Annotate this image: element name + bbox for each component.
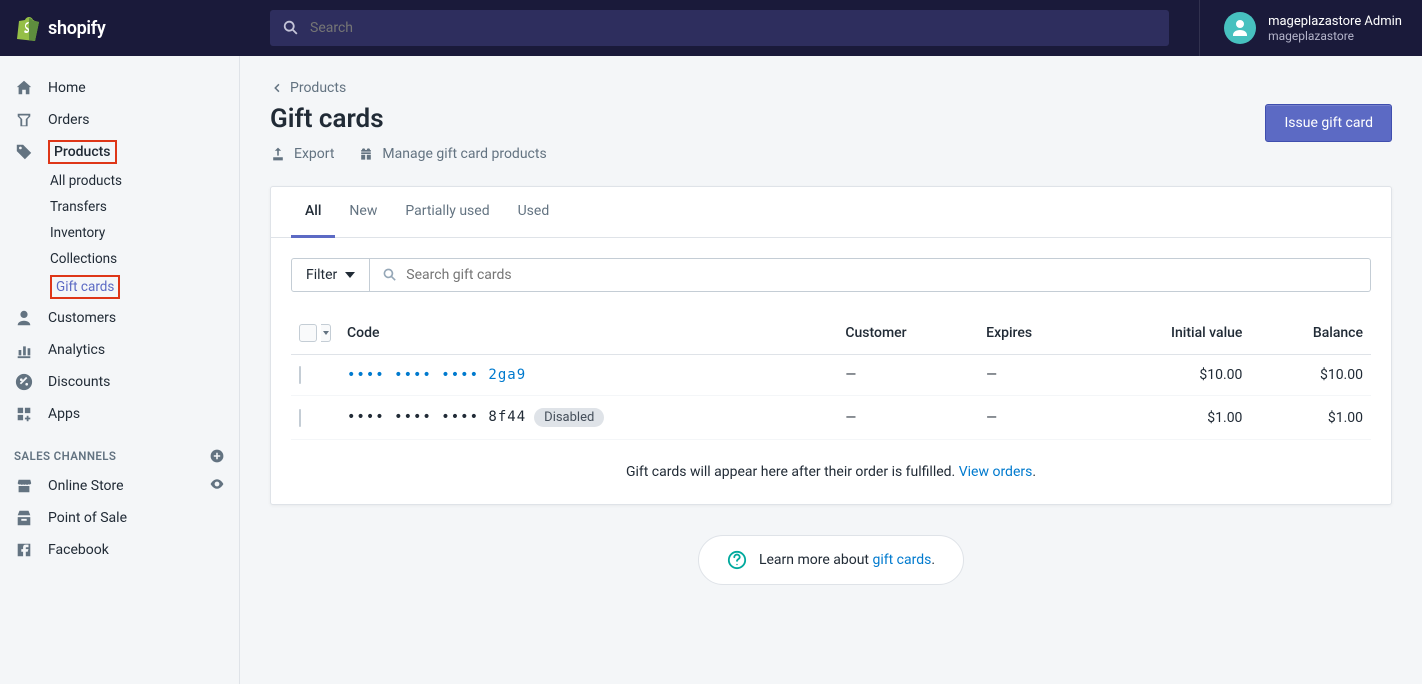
col-code: Code (339, 312, 837, 355)
gift-card-code[interactable]: •••• •••• •••• 8f44 (347, 409, 526, 425)
tab-all[interactable]: All (291, 187, 335, 238)
main-content: Products Gift cards Export Manage gift c… (240, 56, 1422, 684)
home-icon (14, 78, 34, 98)
filter-button[interactable]: Filter (291, 258, 370, 292)
col-balance: Balance (1250, 312, 1371, 355)
nav-sub-gift-cards[interactable]: Gift cards (0, 272, 239, 302)
issue-gift-card-button[interactable]: Issue gift card (1265, 104, 1392, 142)
shopify-logo[interactable]: shopify (0, 15, 240, 41)
nav-sub-inventory[interactable]: Inventory (0, 220, 239, 246)
nav-sub-transfers[interactable]: Transfers (0, 194, 239, 220)
gift-cards-table: Code Customer Expires Initial value Bala… (291, 312, 1371, 440)
analytics-icon (14, 340, 34, 360)
nav-apps[interactable]: Apps (0, 398, 239, 430)
tab-used[interactable]: Used (504, 187, 564, 238)
nav-analytics[interactable]: Analytics (0, 334, 239, 366)
table-row[interactable]: •••• •••• •••• 8f44Disabled — — $1.00 $1… (291, 396, 1371, 440)
nav-online-store[interactable]: Online Store (0, 470, 239, 502)
nav-point-of-sale[interactable]: Point of Sale (0, 502, 239, 534)
col-expires: Expires (978, 312, 1091, 355)
store-name: mageplazastore (1268, 29, 1402, 43)
store-icon (14, 476, 34, 496)
gift-card-code[interactable]: •••• •••• •••• 2ga9 (347, 367, 526, 383)
col-initial: Initial value (1091, 312, 1250, 355)
search-input[interactable] (310, 20, 1157, 36)
view-orders-link[interactable]: View orders (959, 464, 1033, 480)
status-badge: Disabled (534, 408, 604, 427)
nav-customers[interactable]: Customers (0, 302, 239, 334)
brand-name: shopify (48, 18, 106, 39)
tab-partially-used[interactable]: Partially used (391, 187, 503, 238)
sales-channels-header: SALES CHANNELS (0, 430, 239, 470)
nav-sub-collections[interactable]: Collections (0, 246, 239, 272)
row-checkbox[interactable] (299, 409, 301, 427)
search-gift-cards[interactable] (370, 258, 1371, 292)
pos-icon (14, 508, 34, 528)
nav-home[interactable]: Home (0, 72, 239, 104)
chevron-left-icon (270, 81, 284, 95)
discounts-icon (14, 372, 34, 392)
learn-more-link[interactable]: gift cards (872, 552, 931, 568)
tabs: All New Partially used Used (271, 187, 1391, 238)
select-all-checkbox[interactable] (299, 324, 317, 342)
search-icon (382, 267, 398, 283)
facebook-icon (14, 540, 34, 560)
row-checkbox[interactable] (299, 366, 301, 384)
search-gift-input[interactable] (406, 267, 1358, 283)
footer-note: Gift cards will appear here after their … (271, 440, 1391, 504)
search-icon (282, 19, 300, 37)
breadcrumb[interactable]: Products (270, 80, 1392, 96)
tab-new[interactable]: New (335, 187, 391, 238)
col-customer: Customer (837, 312, 978, 355)
export-action[interactable]: Export (270, 146, 334, 162)
learn-more-pill: Learn more about gift cards. (698, 535, 964, 585)
nav-products[interactable]: Products (0, 136, 239, 168)
products-icon (14, 142, 34, 162)
shopify-bag-icon (16, 15, 40, 41)
nav-sub-all-products[interactable]: All products (0, 168, 239, 194)
global-search[interactable] (270, 10, 1169, 46)
user-menu[interactable]: mageplazastore Admin mageplazastore (1199, 0, 1422, 56)
nav-orders[interactable]: Orders (0, 104, 239, 136)
gift-icon (358, 146, 374, 162)
nav-discounts[interactable]: Discounts (0, 366, 239, 398)
view-store-icon[interactable] (209, 476, 225, 496)
help-icon (727, 550, 747, 570)
manage-products-action[interactable]: Manage gift card products (358, 146, 546, 162)
export-icon (270, 146, 286, 162)
user-name: mageplazastore Admin (1268, 14, 1402, 29)
apps-icon (14, 404, 34, 424)
sidebar: Home Orders Products All products Transf… (0, 56, 240, 684)
add-channel-icon[interactable] (209, 448, 225, 464)
orders-icon (14, 110, 34, 130)
nav-facebook[interactable]: Facebook (0, 534, 239, 566)
avatar (1224, 12, 1256, 44)
gift-cards-card: All New Partially used Used Filter (270, 186, 1392, 505)
caret-down-icon (345, 272, 355, 278)
table-row[interactable]: •••• •••• •••• 2ga9 — — $10.00 $10.00 (291, 355, 1371, 396)
customers-icon (14, 308, 34, 328)
select-all-dropdown[interactable] (321, 324, 331, 342)
page-title: Gift cards (270, 104, 547, 134)
